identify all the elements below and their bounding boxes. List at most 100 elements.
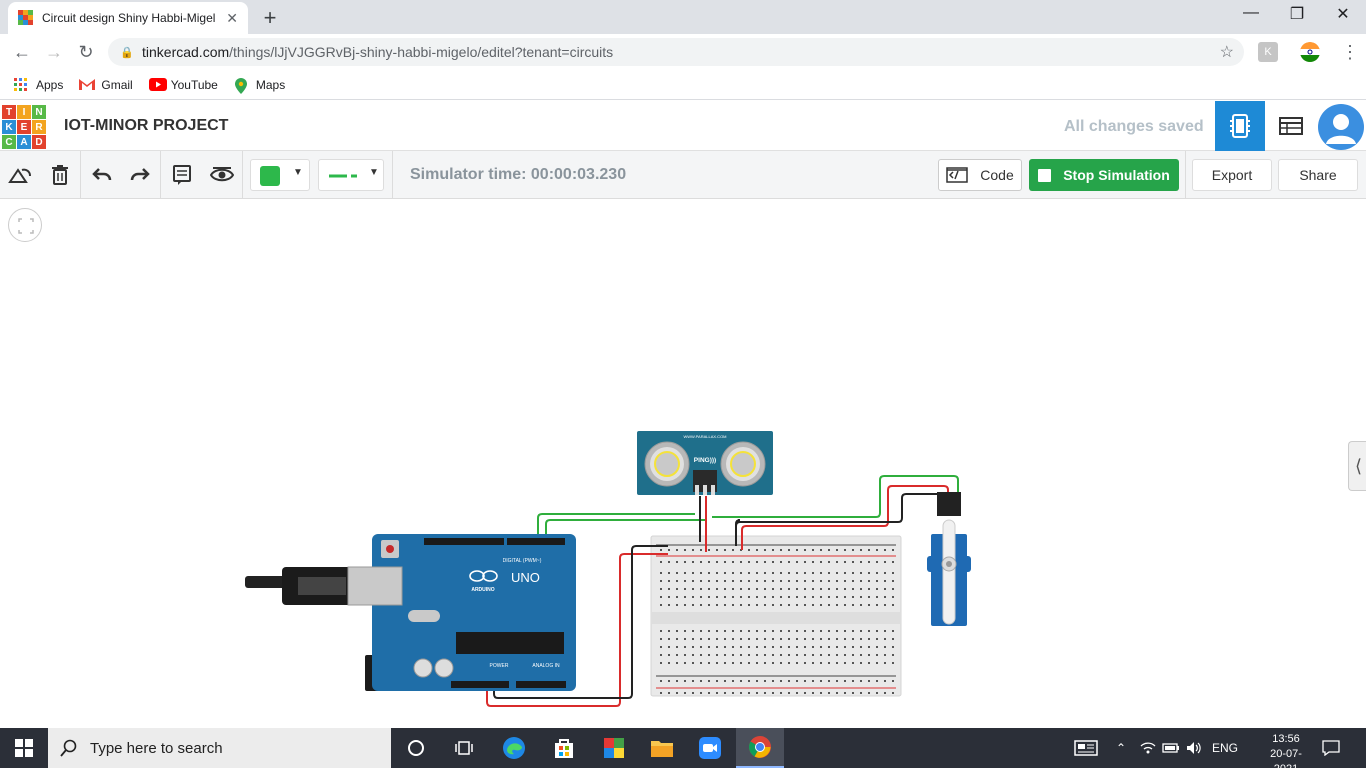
notes-icon[interactable] xyxy=(170,163,194,187)
minimize-icon[interactable]: — xyxy=(1228,4,1274,22)
bookmark-star-icon[interactable]: ☆ xyxy=(1220,42,1234,62)
project-title[interactable]: IOT-MINOR PROJECT xyxy=(64,117,228,135)
visibility-eye-icon[interactable] xyxy=(210,163,234,187)
logo-letter: E xyxy=(17,120,31,134)
ultrasonic-sensor[interactable]: WWW.PARALLAX.COM PING))) xyxy=(637,431,773,495)
arduino-uno-board[interactable]: DIGITAL (PWM~) UNO ARDUINO POWER ANALOG … xyxy=(245,534,576,691)
cortana-icon[interactable] xyxy=(392,728,440,768)
breadboard-hole xyxy=(772,692,774,694)
breadboard-hole xyxy=(780,680,782,682)
volume-icon[interactable] xyxy=(1186,728,1202,768)
tinkercad-logo[interactable]: T I N K E R C A D xyxy=(2,105,46,149)
reload-icon[interactable]: ↻ xyxy=(74,40,98,64)
breadboard-hole xyxy=(748,646,750,648)
stop-simulation-button[interactable]: Stop Simulation xyxy=(1029,159,1179,191)
office-apps-icon[interactable] xyxy=(590,728,638,768)
circuit-view-button[interactable] xyxy=(1215,101,1265,151)
browser-tab[interactable]: Circuit design Shiny Habbi-Migel ✕ xyxy=(8,2,248,34)
store-icon[interactable] xyxy=(540,728,588,768)
breadboard-hole xyxy=(708,572,710,574)
breadboard-hole xyxy=(748,654,750,656)
breadboard-hole xyxy=(836,572,838,574)
breadboard-hole xyxy=(796,588,798,590)
breadboard-hole xyxy=(876,680,878,682)
task-view-icon[interactable] xyxy=(440,728,488,768)
zoom-app-icon[interactable] xyxy=(686,728,734,768)
wire-color-dropdown[interactable]: ▼ xyxy=(250,159,310,191)
tray-chevron-up-icon[interactable]: ⌃ xyxy=(1116,728,1126,768)
notifications-icon[interactable] xyxy=(1322,728,1340,768)
breadboard-hole xyxy=(836,662,838,664)
breadboard-hole xyxy=(756,572,758,574)
rotate-icon[interactable] xyxy=(8,163,32,187)
breadboard-hole xyxy=(788,580,790,582)
breadboard-hole xyxy=(732,638,734,640)
bookmark-maps[interactable]: Maps xyxy=(234,77,285,94)
breadboard-hole xyxy=(852,630,854,632)
breadboard-hole xyxy=(772,638,774,640)
breadboard-hole xyxy=(684,580,686,582)
edge-browser-icon[interactable] xyxy=(490,728,538,768)
breadboard-hole xyxy=(748,692,750,694)
code-button[interactable]: Code xyxy=(938,159,1022,191)
schematic-view-button[interactable] xyxy=(1266,101,1316,151)
breadboard-hole xyxy=(860,580,862,582)
breadboard-hole xyxy=(844,596,846,598)
breadboard-hole xyxy=(692,692,694,694)
delete-trash-icon[interactable] xyxy=(48,163,72,187)
bookmark-gmail[interactable]: Gmail xyxy=(79,78,133,92)
bookmark-apps[interactable]: Apps xyxy=(14,77,63,92)
close-window-icon[interactable]: ✕ xyxy=(1320,4,1366,24)
new-tab-button[interactable]: + xyxy=(258,5,282,31)
chrome-taskbar-icon[interactable] xyxy=(736,728,784,768)
breadboard-hole xyxy=(780,638,782,640)
address-bar[interactable]: 🔒 tinkercad.com/things/lJjVJGGRvBj-shiny… xyxy=(108,38,1244,66)
breadboard[interactable] xyxy=(650,535,902,697)
breadboard-hole xyxy=(876,692,878,694)
breadboard-hole xyxy=(668,654,670,656)
breadboard-hole xyxy=(812,692,814,694)
wire-style-dropdown[interactable]: ▼ xyxy=(318,159,384,191)
breadboard-hole xyxy=(892,561,894,563)
file-explorer-icon[interactable] xyxy=(638,728,686,768)
tab-close-icon[interactable]: ✕ xyxy=(226,10,238,27)
news-widget-icon[interactable] xyxy=(1074,728,1098,768)
breadboard-hole xyxy=(804,662,806,664)
workplane-canvas[interactable]: ⟨ WWW.PARALLAX.COM PING))) DIGITAL (PWM~… xyxy=(0,200,1366,728)
breadboard-hole xyxy=(676,572,678,574)
taskbar-clock[interactable]: 13:56 20-07-2021 xyxy=(1258,732,1314,768)
breadboard-hole xyxy=(764,580,766,582)
breadboard-hole xyxy=(724,561,726,563)
restore-icon[interactable]: ❐ xyxy=(1274,4,1320,24)
wifi-icon[interactable] xyxy=(1140,728,1156,768)
user-avatar[interactable] xyxy=(1318,104,1364,150)
breadboard-hole xyxy=(732,630,734,632)
breadboard-hole xyxy=(764,646,766,648)
servo-motor[interactable] xyxy=(927,492,971,626)
share-button[interactable]: Share xyxy=(1278,159,1358,191)
taskbar-search-box[interactable]: Type here to search xyxy=(48,728,391,768)
forward-arrow-icon[interactable]: → xyxy=(42,40,66,64)
windows-start-icon[interactable] xyxy=(0,728,48,768)
extension-icon[interactable]: K xyxy=(1258,42,1278,62)
breadboard-hole xyxy=(860,638,862,640)
breadboard-hole xyxy=(868,572,870,574)
breadboard-hole xyxy=(780,561,782,563)
breadboard-hole xyxy=(708,604,710,606)
redo-icon[interactable] xyxy=(128,163,152,187)
bookmark-youtube[interactable]: YouTube xyxy=(148,77,218,92)
breadboard-hole xyxy=(700,680,702,682)
breadboard-hole xyxy=(732,662,734,664)
battery-icon[interactable] xyxy=(1162,728,1180,768)
back-arrow-icon[interactable]: ← xyxy=(10,40,34,64)
breadboard-hole xyxy=(668,549,670,551)
breadboard-hole xyxy=(884,588,886,590)
export-button[interactable]: Export xyxy=(1192,159,1272,191)
language-indicator[interactable]: ENG xyxy=(1212,728,1238,768)
chrome-menu-icon[interactable]: ⋮ xyxy=(1338,40,1362,64)
profile-flag-icon[interactable] xyxy=(1300,42,1320,62)
breadboard-hole xyxy=(740,654,742,656)
breadboard-hole xyxy=(884,604,886,606)
breadboard-hole xyxy=(804,680,806,682)
undo-icon[interactable] xyxy=(90,163,114,187)
